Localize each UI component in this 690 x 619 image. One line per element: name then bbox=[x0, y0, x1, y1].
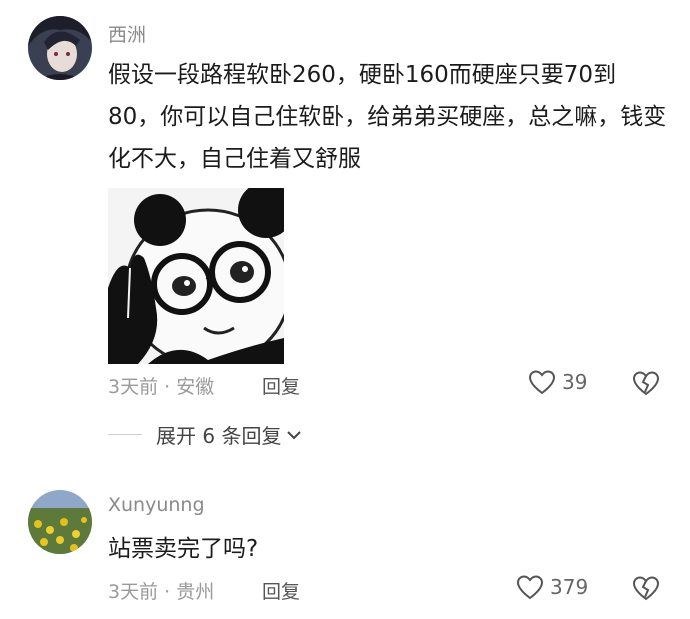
comment-meta: 3天前 · 贵州 bbox=[108, 581, 215, 603]
broken-heart-icon bbox=[632, 371, 660, 396]
expand-replies-button[interactable]: 展开 6 条回复 bbox=[108, 420, 303, 449]
username[interactable]: Xunyunng bbox=[108, 494, 205, 516]
like-button[interactable]: 39 bbox=[528, 369, 587, 395]
like-count: 379 bbox=[550, 575, 589, 599]
comment-text: 假设一段路程软卧260，硬卧160而硬座只要70到80，你可以自己住软卧，给弟弟… bbox=[108, 62, 667, 172]
like-count: 39 bbox=[562, 370, 588, 394]
avatar[interactable] bbox=[28, 490, 92, 554]
expand-replies-label: 展开 6 条回复 bbox=[156, 424, 282, 448]
comment-text: 站票卖完了吗? bbox=[108, 536, 259, 562]
reply-button[interactable]: 回复 bbox=[262, 577, 300, 604]
heart-icon bbox=[516, 575, 544, 600]
divider-line bbox=[108, 434, 142, 435]
heart-icon bbox=[528, 370, 556, 395]
username[interactable]: 西洲 bbox=[108, 20, 146, 47]
chevron-down-icon bbox=[287, 430, 302, 439]
avatar[interactable] bbox=[28, 16, 92, 80]
comment-meta: 3天前 · 安徽 bbox=[108, 376, 215, 398]
panda-sticker-image[interactable] bbox=[108, 188, 284, 364]
reply-button[interactable]: 回复 bbox=[262, 372, 300, 399]
like-button[interactable]: 379 bbox=[516, 574, 588, 600]
dislike-button[interactable] bbox=[632, 575, 660, 605]
broken-heart-icon bbox=[632, 576, 660, 601]
dislike-button[interactable] bbox=[632, 370, 660, 400]
